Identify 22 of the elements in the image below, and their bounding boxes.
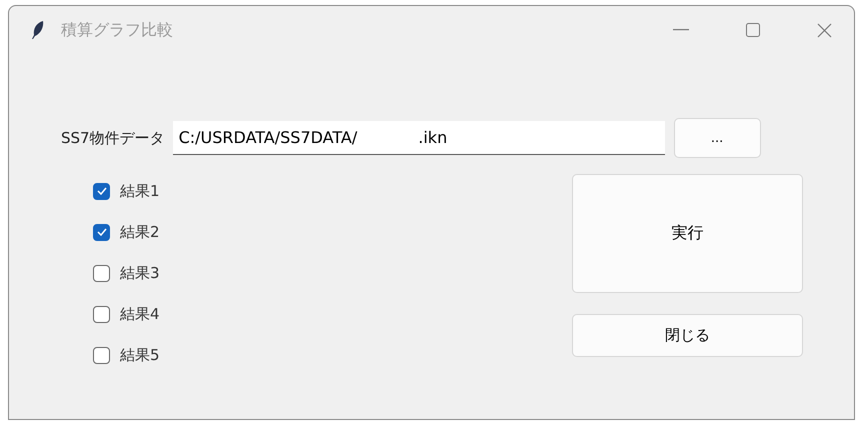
checkbox-label: 結果3 — [120, 264, 160, 282]
close-button[interactable]: 閉じる — [572, 314, 803, 357]
feather-icon — [31, 20, 45, 40]
minimize-icon[interactable] — [673, 29, 689, 31]
checkbox[interactable] — [93, 264, 110, 282]
path-field[interactable]: C:/USRDATA/SS7DATA/ .ikn — [172, 121, 665, 155]
checkbox-label: 結果5 — [120, 346, 160, 364]
checkbox-label: 結果4 — [120, 304, 160, 324]
file-label: SS7物件データ — [61, 128, 165, 148]
checkbox[interactable] — [93, 224, 110, 240]
run-button[interactable]: 実行 — [572, 174, 803, 293]
browse-button[interactable]: ... — [674, 118, 761, 158]
checkbox[interactable] — [93, 182, 110, 200]
checkbox[interactable] — [93, 306, 110, 322]
checkbox[interactable] — [93, 346, 110, 364]
close-icon[interactable] — [817, 22, 832, 38]
checkbox-label: 結果1 — [120, 182, 160, 200]
checkmark-icon — [96, 228, 106, 236]
checkmark-icon — [96, 187, 106, 195]
maximize-icon[interactable] — [746, 23, 760, 37]
checkbox-label: 結果2 — [120, 222, 160, 242]
window-title: 積算グラフ比較 — [61, 20, 173, 40]
